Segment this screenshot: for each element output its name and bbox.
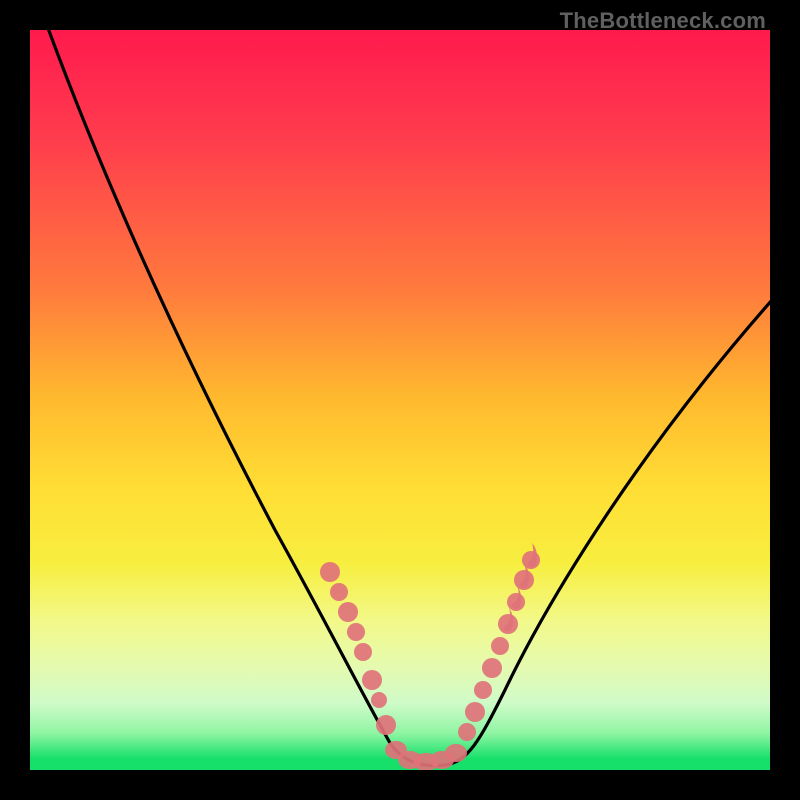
watermark-label: TheBottleneck.com — [560, 8, 766, 34]
bottleneck-curve — [30, 30, 770, 770]
left-arm-markers — [320, 562, 396, 735]
curve-path — [45, 30, 770, 766]
plot-area — [30, 30, 770, 770]
trough-markers — [385, 741, 467, 770]
chart-frame: TheBottleneck.com — [0, 0, 800, 800]
